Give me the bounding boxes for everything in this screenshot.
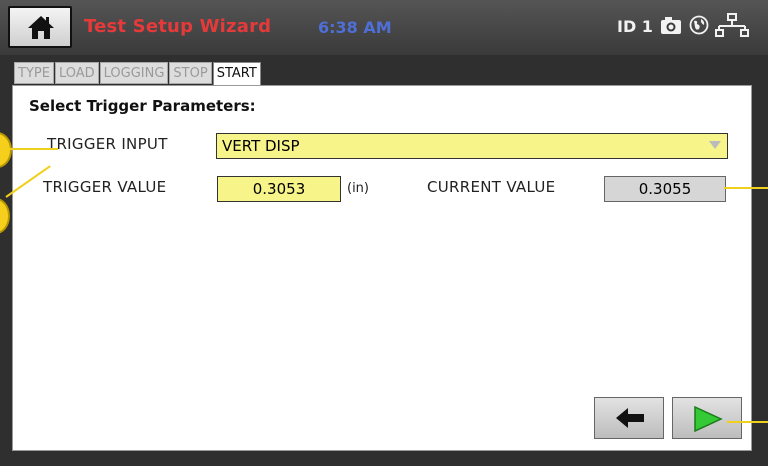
next-button[interactable]: [672, 397, 742, 439]
trigger-value-label: TRIGGER VALUE: [43, 178, 167, 196]
tab-logging[interactable]: LOGGING: [99, 62, 169, 84]
device-id: ID 1: [617, 17, 653, 36]
wizard-tabs: TYPE LOAD LOGGING STOP START: [14, 62, 262, 86]
current-value-label: CURRENT VALUE: [427, 178, 556, 196]
callout-line-current-value: [724, 187, 768, 189]
section-heading: Select Trigger Parameters:: [29, 97, 256, 115]
play-icon: [694, 406, 723, 432]
arrow-left-icon: [616, 408, 644, 428]
callout-line-next: [727, 421, 768, 423]
camera-icon[interactable]: [660, 15, 682, 35]
trigger-input-value: VERT DISP: [222, 137, 300, 155]
network-icon[interactable]: [715, 12, 749, 38]
trigger-value: 0.3053: [252, 180, 306, 198]
tab-start[interactable]: START: [212, 62, 261, 86]
trigger-value-field[interactable]: 0.3053: [217, 176, 341, 202]
home-button[interactable]: [8, 6, 72, 48]
back-button[interactable]: [594, 397, 664, 439]
current-value-field: 0.3055: [604, 176, 726, 202]
current-value: 0.3055: [638, 180, 692, 198]
tab-content: Select Trigger Parameters: TRIGGER INPUT…: [12, 85, 752, 451]
tab-stop[interactable]: STOP: [169, 62, 212, 84]
tab-type[interactable]: TYPE: [14, 62, 54, 84]
home-icon: [28, 16, 54, 39]
wizard-panel: TYPE LOAD LOGGING STOP START Select Trig…: [8, 58, 760, 455]
top-bar: Test Setup Wizard 6:38 AM ID 1: [0, 0, 768, 55]
trigger-unit: (in): [347, 181, 369, 196]
globe-icon[interactable]: [689, 15, 709, 35]
clock: 6:38 AM: [318, 18, 392, 37]
chevron-down-icon: [709, 141, 721, 149]
callout-line-trigger-input: [10, 148, 58, 150]
tab-load[interactable]: LOAD: [54, 62, 99, 84]
trigger-input-label: TRIGGER INPUT: [47, 135, 168, 153]
window-title: Test Setup Wizard: [84, 16, 272, 37]
trigger-input-dropdown[interactable]: VERT DISP: [216, 133, 728, 159]
